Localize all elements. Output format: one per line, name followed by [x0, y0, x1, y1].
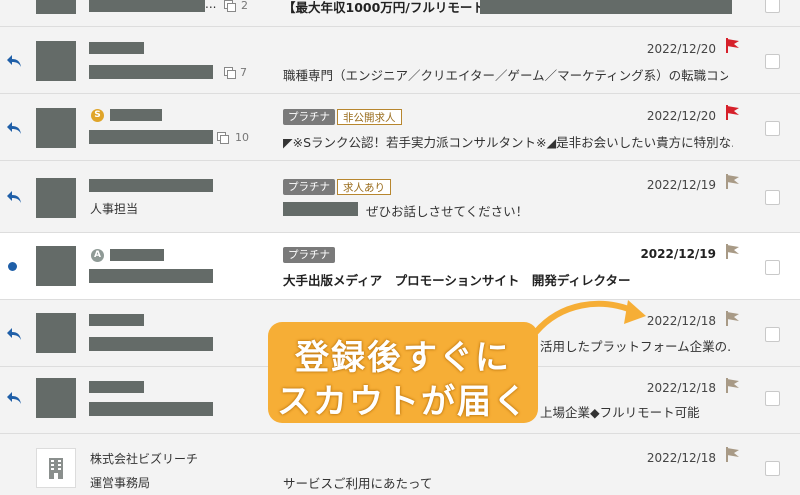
callout-arrow — [533, 300, 646, 335]
redacted-subject — [283, 202, 358, 216]
callout-line-1: 登録後すぐに — [295, 338, 511, 378]
select-checkbox[interactable] — [765, 54, 780, 69]
redacted-sender — [110, 109, 162, 121]
select-checkbox[interactable] — [765, 461, 780, 476]
message-row[interactable]: 7 2022/12/20 職種専門（エンジニア／クリエイター／ゲーム／マーケティ… — [0, 27, 800, 94]
sender-department: 運営事務局 — [90, 476, 151, 490]
select-checkbox[interactable] — [765, 0, 780, 13]
message-row[interactable]: ... 2 【最大年収1000万円/フルリモート】 — [0, 0, 800, 27]
redacted-sender-line — [89, 269, 213, 283]
redacted-sender — [89, 314, 144, 326]
thread-icon — [217, 132, 229, 144]
avatar — [36, 108, 76, 148]
redacted-sender-line — [89, 337, 213, 351]
redacted-sender — [89, 42, 144, 54]
redacted-sender-line — [89, 0, 205, 12]
message-date: 2022/12/19 — [640, 247, 716, 261]
select-checkbox[interactable] — [765, 260, 780, 275]
message-subject: 職種専門（エンジニア／クリエイター／ゲーム／マーケティング系）の転職コン... — [283, 68, 728, 83]
thread-count: 2 — [241, 0, 248, 12]
flag-icon[interactable] — [725, 446, 741, 462]
has-job-tag: 求人あり — [337, 179, 391, 195]
flag-icon[interactable] — [725, 377, 741, 393]
redacted-sender-line — [89, 130, 213, 144]
redacted-sender — [89, 179, 213, 192]
sender-name: 株式会社ビズリーチ — [90, 452, 199, 466]
message-date: 2022/12/20 — [646, 42, 716, 56]
message-subject: 上場企業◆フルリモート可能 — [540, 405, 700, 420]
message-date: 2022/12/20 — [646, 109, 716, 123]
avatar — [36, 178, 76, 218]
flag-icon[interactable] — [725, 37, 741, 53]
redacted-sender — [110, 249, 164, 261]
avatar — [36, 41, 76, 81]
select-checkbox[interactable] — [765, 190, 780, 205]
sender-department: 人事担当 — [90, 202, 139, 216]
redacted-subject — [480, 0, 732, 14]
flag-icon[interactable] — [725, 310, 741, 326]
platinum-tag: プラチナ — [283, 247, 335, 263]
message-row[interactable]: S 10 プラチナ 非公開求人 2022/12/20 ◤※Sランク公認！若手実力… — [0, 94, 800, 161]
reply-icon — [7, 122, 21, 134]
message-row[interactable]: 人事担当 プラチナ 求人あり 2022/12/19 ぜひお話しさせてください！ — [0, 161, 800, 233]
redacted-sender-line — [89, 402, 213, 416]
message-subject: ◤※Sランク公認！若手実力派コンサルタント※◢是非お会いしたい貴方に特別な... — [283, 135, 733, 150]
rank-s-badge: S — [91, 109, 104, 122]
redacted-sender — [36, 0, 76, 14]
building-icon — [49, 458, 63, 479]
select-checkbox[interactable] — [765, 391, 780, 406]
reply-icon — [7, 55, 21, 67]
redacted-sender — [89, 381, 144, 393]
sender-ellipsis: ... — [205, 0, 217, 11]
message-date: 2022/12/19 — [646, 178, 716, 192]
avatar — [36, 246, 76, 286]
select-checkbox[interactable] — [765, 121, 780, 136]
promo-callout: 登録後すぐに スカウトが届く — [268, 322, 538, 423]
message-subject: サービスご利用にあたって — [283, 476, 433, 491]
avatar — [36, 378, 76, 418]
rank-a-badge: A — [91, 249, 104, 262]
select-checkbox[interactable] — [765, 327, 780, 342]
reply-icon — [7, 328, 21, 340]
platinum-tag: プラチナ — [283, 179, 335, 195]
message-subject: 【最大年収1000万円/フルリモート】 — [283, 0, 483, 15]
message-row[interactable]: 株式会社ビズリーチ 運営事務局 2022/12/18 サービスご利用にあたって — [0, 434, 800, 495]
message-date: 2022/12/18 — [646, 381, 716, 395]
platinum-tag: プラチナ — [283, 109, 335, 125]
thread-count: 10 — [235, 131, 249, 144]
callout-line-2: スカウトが届く — [277, 382, 529, 422]
flag-icon[interactable] — [725, 173, 741, 189]
avatar — [36, 313, 76, 353]
thread-icon — [224, 67, 236, 79]
company-avatar — [36, 448, 76, 488]
thread-count: 7 — [240, 66, 247, 79]
flag-icon[interactable] — [725, 243, 741, 259]
flag-icon[interactable] — [725, 104, 741, 120]
message-subject: ぜひお話しさせてください！ — [366, 204, 529, 219]
unread-indicator — [8, 262, 17, 271]
thread-icon — [224, 0, 236, 12]
redacted-sender-line — [89, 65, 213, 79]
message-row[interactable]: A プラチナ 2022/12/19 大手出版メディア プロモーションサイト 開発… — [0, 233, 800, 300]
message-date: 2022/12/18 — [646, 451, 716, 465]
reply-icon — [7, 191, 21, 203]
private-job-tag: 非公開求人 — [337, 109, 402, 125]
message-subject: 大手出版メディア プロモーションサイト 開発ディレクター — [283, 273, 631, 288]
reply-icon — [7, 392, 21, 404]
